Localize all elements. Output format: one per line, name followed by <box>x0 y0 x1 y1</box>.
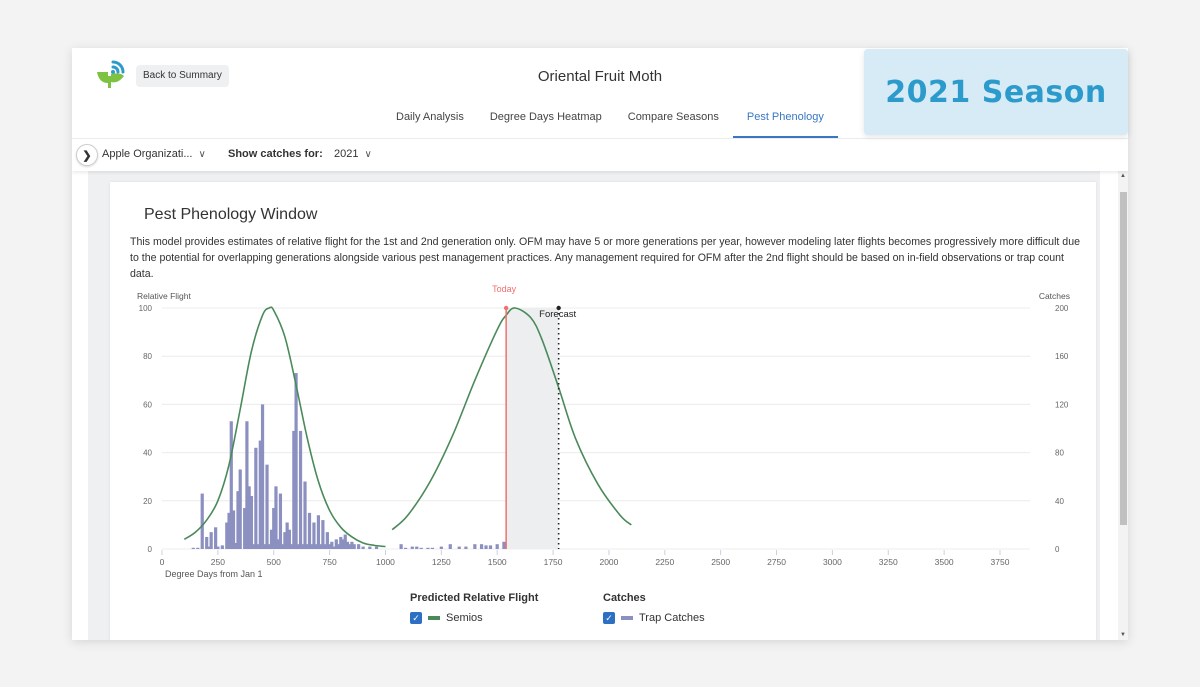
trap-catch-bar <box>399 544 403 549</box>
trap-catch-bar <box>426 547 430 549</box>
chevron-down-icon: ∨ <box>198 149 206 160</box>
trap-catch-bar <box>294 373 298 549</box>
forecast-label: Forecast <box>539 309 576 320</box>
legend-semios-label: Semios <box>446 612 483 624</box>
trap-catch-bar <box>410 546 414 549</box>
x-tick-label: 1250 <box>432 557 451 567</box>
trap-catch-bar <box>303 481 307 549</box>
x-tick-label: 500 <box>267 557 281 567</box>
legend-trap-catches-label: Trap Catches <box>639 612 705 624</box>
trap-catches-swatch <box>621 616 633 620</box>
trap-catch-bar <box>464 546 468 549</box>
x-tick-label: 3500 <box>935 557 954 567</box>
x-tick-label: 0 <box>160 557 165 567</box>
x-tick-label: 1000 <box>376 557 395 567</box>
trap-catch-bar <box>352 544 356 549</box>
show-catches-label: Show catches for: <box>228 148 323 160</box>
trap-catch-bar <box>220 545 224 549</box>
trap-catch-bar <box>473 544 477 549</box>
x-tick-label: 250 <box>211 557 225 567</box>
trap-catch-bar <box>419 547 423 549</box>
trap-catch-bar <box>488 545 493 549</box>
semios-swatch <box>428 616 440 620</box>
legend-predicted-flight: Predicted Relative Flight ✓ Semios <box>410 592 538 624</box>
x-tick-label: 2250 <box>655 557 674 567</box>
y-left-tick-label: 20 <box>143 497 152 506</box>
y-right-tick-label: 0 <box>1055 545 1060 554</box>
trap-catch-bar <box>448 544 452 549</box>
y-right-tick-label: 80 <box>1055 449 1064 458</box>
trap-catch-bar <box>196 547 200 549</box>
expand-sidebar-button[interactable]: ❯ <box>76 144 98 166</box>
trap-catch-bar <box>457 546 461 549</box>
trap-catch-bar <box>238 469 242 549</box>
x-axis-label: Degree Days from Jan 1 <box>165 569 263 579</box>
y-left-tick-label: 40 <box>143 449 152 458</box>
trap-catch-bar <box>430 547 434 549</box>
trap-catch-bar <box>479 544 484 549</box>
trap-catch-bar <box>191 547 195 549</box>
today-marker <box>503 305 509 311</box>
trap-catch-bar <box>298 430 303 549</box>
x-tick-label: 3750 <box>991 557 1010 567</box>
x-tick-label: 1750 <box>544 557 563 567</box>
season-badge: 2021 Season <box>864 49 1128 135</box>
trap-catch-bar <box>495 544 499 549</box>
y-right-axis-label: Catches <box>1039 291 1070 301</box>
trap-catch-bar <box>254 447 258 549</box>
trap-catch-bar <box>249 495 253 549</box>
x-tick-label: 3250 <box>879 557 898 567</box>
legend-catches: Catches ✓ Trap Catches <box>603 592 705 624</box>
trap-catch-bar <box>415 546 419 549</box>
trap-catch-bar <box>484 545 488 549</box>
organization-select[interactable]: Apple Organizati... ∨ <box>102 148 206 160</box>
year-value: 2021 <box>334 148 359 160</box>
trap-catch-bar <box>368 546 372 549</box>
trap-catch-bar <box>214 527 218 549</box>
trap-catch-bar <box>265 464 269 549</box>
x-tick-label: 1500 <box>488 557 507 567</box>
today-label: Today <box>492 284 517 294</box>
organization-value: Apple Organizati... <box>102 148 193 160</box>
year-select[interactable]: 2021 ∨ <box>334 148 372 160</box>
legend-flight-title: Predicted Relative Flight <box>410 592 539 604</box>
forecast-window-shade <box>506 308 559 549</box>
y-right-tick-label: 120 <box>1055 400 1069 409</box>
semios-flight-curve-1 <box>183 306 386 548</box>
trap-catch-bar <box>278 493 283 549</box>
legend-catches-title: Catches <box>603 592 646 604</box>
y-right-tick-label: 160 <box>1055 352 1069 361</box>
trap-catch-bar <box>260 404 265 549</box>
x-tick-label: 750 <box>323 557 337 567</box>
chevron-right-icon: ❯ <box>82 149 92 162</box>
trap-catch-bar <box>316 515 321 549</box>
trap-catch-bar <box>403 547 408 549</box>
y-left-axis-label: Relative Flight <box>137 291 191 301</box>
y-left-tick-label: 60 <box>143 400 152 409</box>
y-left-tick-label: 100 <box>139 304 153 313</box>
trap-catch-bar <box>307 512 312 549</box>
x-tick-label: 3000 <box>823 557 842 567</box>
semios-checkbox[interactable]: ✓ <box>410 612 422 624</box>
trap-catch-bar <box>361 546 365 549</box>
trap-catch-bar <box>216 546 220 549</box>
trap-catch-bar <box>209 532 213 549</box>
y-left-tick-label: 0 <box>148 545 153 554</box>
filter-bar: ❯ Apple Organizati... ∨ Show catches for:… <box>72 138 1128 171</box>
trap-catch-bar <box>439 546 443 549</box>
x-tick-label: 2000 <box>599 557 618 567</box>
y-right-tick-label: 40 <box>1055 497 1064 506</box>
trap-catch-bar <box>200 493 204 549</box>
y-left-tick-label: 80 <box>143 352 152 361</box>
chevron-down-icon: ∨ <box>364 149 372 160</box>
trap-catch-bar <box>374 546 379 549</box>
x-tick-label: 2750 <box>767 557 786 567</box>
trap-catch-bar <box>502 541 506 549</box>
trap-catch-bar <box>357 544 361 549</box>
trap-catches-checkbox[interactable]: ✓ <box>603 612 615 624</box>
y-right-tick-label: 200 <box>1055 304 1069 313</box>
x-tick-label: 2500 <box>711 557 730 567</box>
